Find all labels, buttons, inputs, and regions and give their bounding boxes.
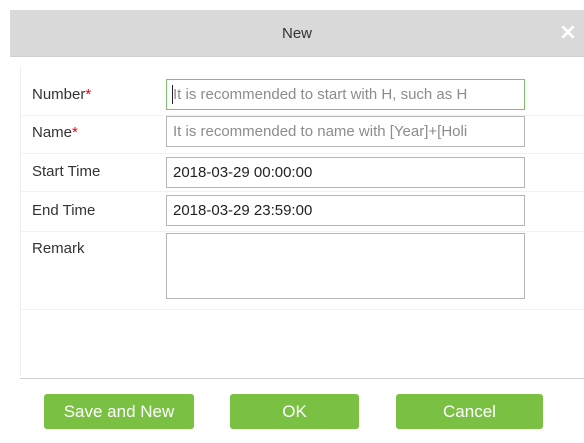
dialog-footer: Save and New OK Cancel [20, 378, 584, 443]
text-caret [172, 85, 173, 104]
number-row: Number* It is recommended to start with … [21, 74, 584, 116]
end-time-row: End Time 2018-03-29 23:59:00 [21, 192, 584, 232]
name-label-text: Name [32, 124, 73, 141]
dialog-titlebar: New × [10, 10, 584, 57]
number-label-text: Number [32, 86, 86, 103]
number-label: Number* [32, 76, 91, 114]
remark-row: Remark [21, 232, 584, 310]
remark-textarea[interactable] [166, 233, 525, 299]
name-field[interactable]: It is recommended to name with [Year]+[H… [166, 116, 525, 147]
required-marker: * [72, 124, 78, 141]
name-label: Name* [32, 114, 78, 152]
number-placeholder: It is recommended to start with H, such … [173, 86, 468, 103]
end-time-field[interactable]: 2018-03-29 23:59:00 [166, 195, 525, 226]
dialog-title: New [281, 25, 312, 42]
name-row: Name* It is recommended to name with [Ye… [21, 116, 584, 154]
remark-label: Remark [32, 240, 85, 257]
new-dialog: New × Number* It is recommended to start… [0, 0, 584, 443]
end-time-label: End Time [32, 202, 96, 219]
close-icon[interactable]: × [556, 21, 580, 45]
start-time-field[interactable]: 2018-03-29 00:00:00 [166, 157, 525, 188]
ok-button[interactable]: OK [230, 394, 359, 429]
cancel-button[interactable]: Cancel [396, 394, 543, 429]
number-field[interactable]: It is recommended to start with H, such … [166, 79, 525, 110]
start-time-label: Start Time [32, 163, 101, 180]
form-body: Number* It is recommended to start with … [20, 66, 584, 376]
required-marker: * [85, 86, 92, 103]
save-and-new-button[interactable]: Save and New [44, 394, 194, 429]
start-time-row: Start Time 2018-03-29 00:00:00 [21, 154, 584, 192]
name-placeholder: It is recommended to name with [Year]+[H… [173, 123, 468, 140]
